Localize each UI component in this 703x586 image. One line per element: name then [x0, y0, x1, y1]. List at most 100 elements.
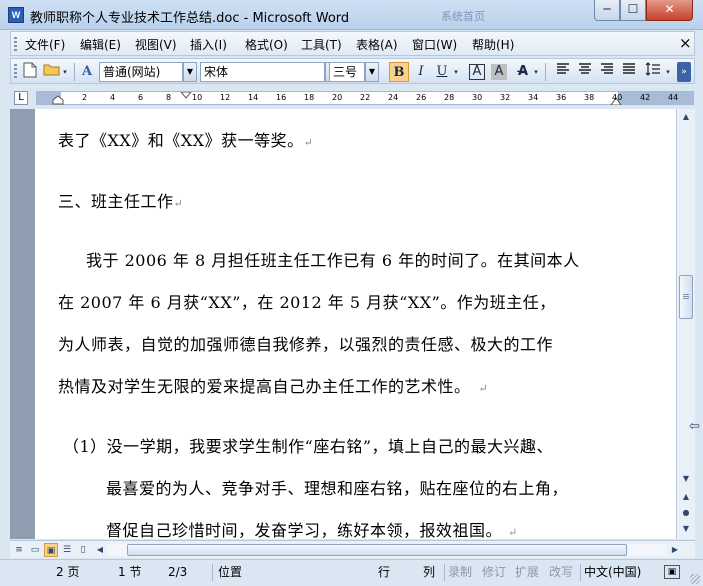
- menu-grip-handle[interactable]: [14, 37, 17, 51]
- scroll-down-arrow[interactable]: ▼: [678, 471, 694, 487]
- ruler-number: 30: [472, 93, 483, 102]
- document-line[interactable]: 为人师表，自觉的加强师德自我修养，以强烈的责任感、极大的工作: [58, 331, 553, 355]
- select-browse-object-icon[interactable]: ●: [678, 505, 694, 521]
- horizontal-scroll-thumb[interactable]: [127, 544, 627, 556]
- align-left-icon[interactable]: [553, 62, 573, 82]
- web-layout-view-icon[interactable]: ▭: [28, 543, 42, 557]
- status-section[interactable]: 1 节: [118, 563, 141, 582]
- line-text: 热情及对学生无限的爱来提高自己办主任工作的艺术性。: [58, 377, 471, 396]
- new-document-icon[interactable]: [20, 62, 40, 82]
- character-scaling-icon[interactable]: A̶: [513, 62, 533, 82]
- status-track-changes[interactable]: 修订: [482, 563, 506, 582]
- document-line[interactable]: 热情及对学生无限的爱来提高自己办主任工作的艺术性。 ↵: [58, 373, 488, 397]
- font-select[interactable]: 宋体: [200, 62, 325, 82]
- ruler-number: 6: [138, 93, 144, 102]
- horizontal-scroll-track[interactable]: [107, 544, 667, 556]
- character-shading-button[interactable]: A: [491, 64, 507, 80]
- close-document-icon[interactable]: ×: [679, 34, 692, 52]
- previous-page-icon[interactable]: ▲: [678, 489, 694, 505]
- spelling-status-icon[interactable]: ▣: [664, 565, 680, 579]
- resize-cursor-icon: ⇦: [689, 419, 700, 434]
- tab-selector-icon[interactable]: L: [14, 91, 28, 105]
- document-line[interactable]: 表了《XX》和《XX》获一等奖。↵: [58, 127, 313, 151]
- word-app-icon[interactable]: W: [8, 7, 24, 23]
- document-line[interactable]: 最喜爱的为人、竞争对手、理想和座右铭，贴在座位的右上角，: [106, 475, 568, 499]
- line-spacing-dropdown-arrow[interactable]: ▾: [663, 62, 673, 82]
- toolbar-overflow-icon[interactable]: »: [677, 62, 691, 82]
- close-window-button[interactable]: ✕: [646, 0, 693, 21]
- menu-insert[interactable]: 插入(I): [190, 36, 227, 53]
- document-line[interactable]: 督促自己珍惜时间，发奋学习，练好本领，报效祖国。 ↵: [106, 517, 518, 541]
- menu-window[interactable]: 窗口(W): [412, 36, 457, 53]
- document-line[interactable]: 在 2007 年 6 月获“XX”，在 2012 年 5 月获“XX”。作为班主…: [58, 289, 556, 313]
- normal-view-icon[interactable]: ≡: [12, 543, 26, 557]
- menu-view[interactable]: 视图(V): [135, 36, 177, 53]
- paragraph-mark: ↵: [508, 526, 518, 539]
- status-record-macro[interactable]: 录制: [448, 563, 472, 582]
- ruler-number: 12: [220, 93, 231, 102]
- paragraph-mark: ↵: [478, 382, 489, 395]
- horizontal-ruler[interactable]: 2 4 6 8 10 12 14 16 18 20 22 24 26 28 30…: [36, 91, 694, 105]
- status-line[interactable]: 行: [378, 563, 390, 582]
- menu-tools[interactable]: 工具(T): [301, 36, 342, 53]
- style-dropdown-arrow[interactable]: ▼: [183, 62, 197, 82]
- next-page-icon[interactable]: ▼: [678, 521, 694, 537]
- styles-pane-icon[interactable]: A: [77, 62, 97, 82]
- minimize-button[interactable]: ─: [594, 0, 620, 21]
- ruler-number: 24: [388, 93, 399, 102]
- underline-dropdown-arrow[interactable]: ▾: [451, 62, 461, 82]
- status-position[interactable]: 位置: [218, 563, 242, 582]
- document-page[interactable]: 表了《XX》和《XX》获一等奖。↵ 三、班主任工作↵ 我于 2006 年 8 月…: [35, 109, 676, 541]
- status-separator: [212, 564, 213, 581]
- section-heading[interactable]: 三、班主任工作↵: [58, 188, 183, 212]
- style-select[interactable]: 普通(网站): [99, 62, 183, 82]
- print-layout-view-icon[interactable]: ▣: [44, 543, 58, 557]
- status-overtype[interactable]: 改写: [549, 563, 573, 582]
- font-size-select[interactable]: 三号: [329, 62, 365, 82]
- document-line[interactable]: （1）没一学期，我要求学生制作“座右铭”，填上自己的最大兴趣、: [63, 433, 553, 457]
- bold-button[interactable]: B: [389, 62, 409, 82]
- vertical-scroll-thumb[interactable]: [679, 275, 693, 319]
- formatting-toolbar: ▾ A 普通(网站) ▼ 宋体 ▼ 三号 ▼ B I U ▾ A A A̶ ▾ …: [10, 58, 695, 84]
- character-border-button[interactable]: A: [469, 64, 485, 80]
- align-center-icon[interactable]: [575, 62, 595, 82]
- status-extend-selection[interactable]: 扩展: [515, 563, 539, 582]
- ruler-area: L 2 4 6 8 10 12 14 16 18 20 22 24 26 28 …: [10, 89, 695, 107]
- scroll-left-arrow[interactable]: ◀: [94, 544, 106, 556]
- ruler-number: 42: [640, 93, 651, 102]
- toolbar-grip-handle[interactable]: [14, 64, 17, 78]
- outline-view-icon[interactable]: ☰: [60, 543, 74, 557]
- menu-file[interactable]: 文件(F): [25, 36, 65, 53]
- underline-button[interactable]: U: [432, 62, 452, 82]
- status-language[interactable]: 中文(中国): [584, 563, 641, 582]
- font-size-dropdown-arrow[interactable]: ▼: [365, 62, 379, 82]
- status-column[interactable]: 列: [423, 563, 435, 582]
- hanging-indent-marker[interactable]: [52, 92, 64, 105]
- document-line[interactable]: 我于 2006 年 8 月担任班主任工作已有 6 年的时间了。在其间本人: [86, 247, 580, 271]
- paragraph-mark: ↵: [303, 136, 314, 149]
- maximize-button[interactable]: ☐: [620, 0, 646, 21]
- scaling-dropdown-arrow[interactable]: ▾: [531, 62, 541, 82]
- window-resize-grip[interactable]: [690, 574, 700, 584]
- toolbar-options-icon[interactable]: ▾: [60, 62, 70, 82]
- status-page-of[interactable]: 2/3: [168, 563, 187, 582]
- ruler-number: 14: [248, 93, 259, 102]
- menu-help[interactable]: 帮助(H): [472, 36, 514, 53]
- line-spacing-icon[interactable]: [643, 62, 663, 82]
- menu-table[interactable]: 表格(A): [356, 36, 398, 53]
- status-page[interactable]: 2 页: [56, 563, 79, 582]
- toolbar-separator: [545, 63, 546, 81]
- italic-button[interactable]: I: [411, 62, 431, 82]
- scroll-right-arrow[interactable]: ▶: [669, 544, 681, 556]
- justify-icon[interactable]: [619, 62, 639, 82]
- vertical-scrollbar[interactable]: ▲ ▼ ▲ ● ▼: [676, 109, 695, 539]
- ruler-number: 18: [304, 93, 315, 102]
- scroll-up-arrow[interactable]: ▲: [678, 109, 694, 125]
- first-line-indent-marker[interactable]: [180, 92, 192, 99]
- ruler-number: 44: [668, 93, 679, 102]
- menu-format[interactable]: 格式(O): [245, 36, 288, 53]
- align-right-icon[interactable]: [597, 62, 617, 82]
- reading-layout-view-icon[interactable]: ▯: [76, 543, 90, 557]
- menu-edit[interactable]: 编辑(E): [80, 36, 121, 53]
- open-folder-icon[interactable]: [42, 62, 62, 82]
